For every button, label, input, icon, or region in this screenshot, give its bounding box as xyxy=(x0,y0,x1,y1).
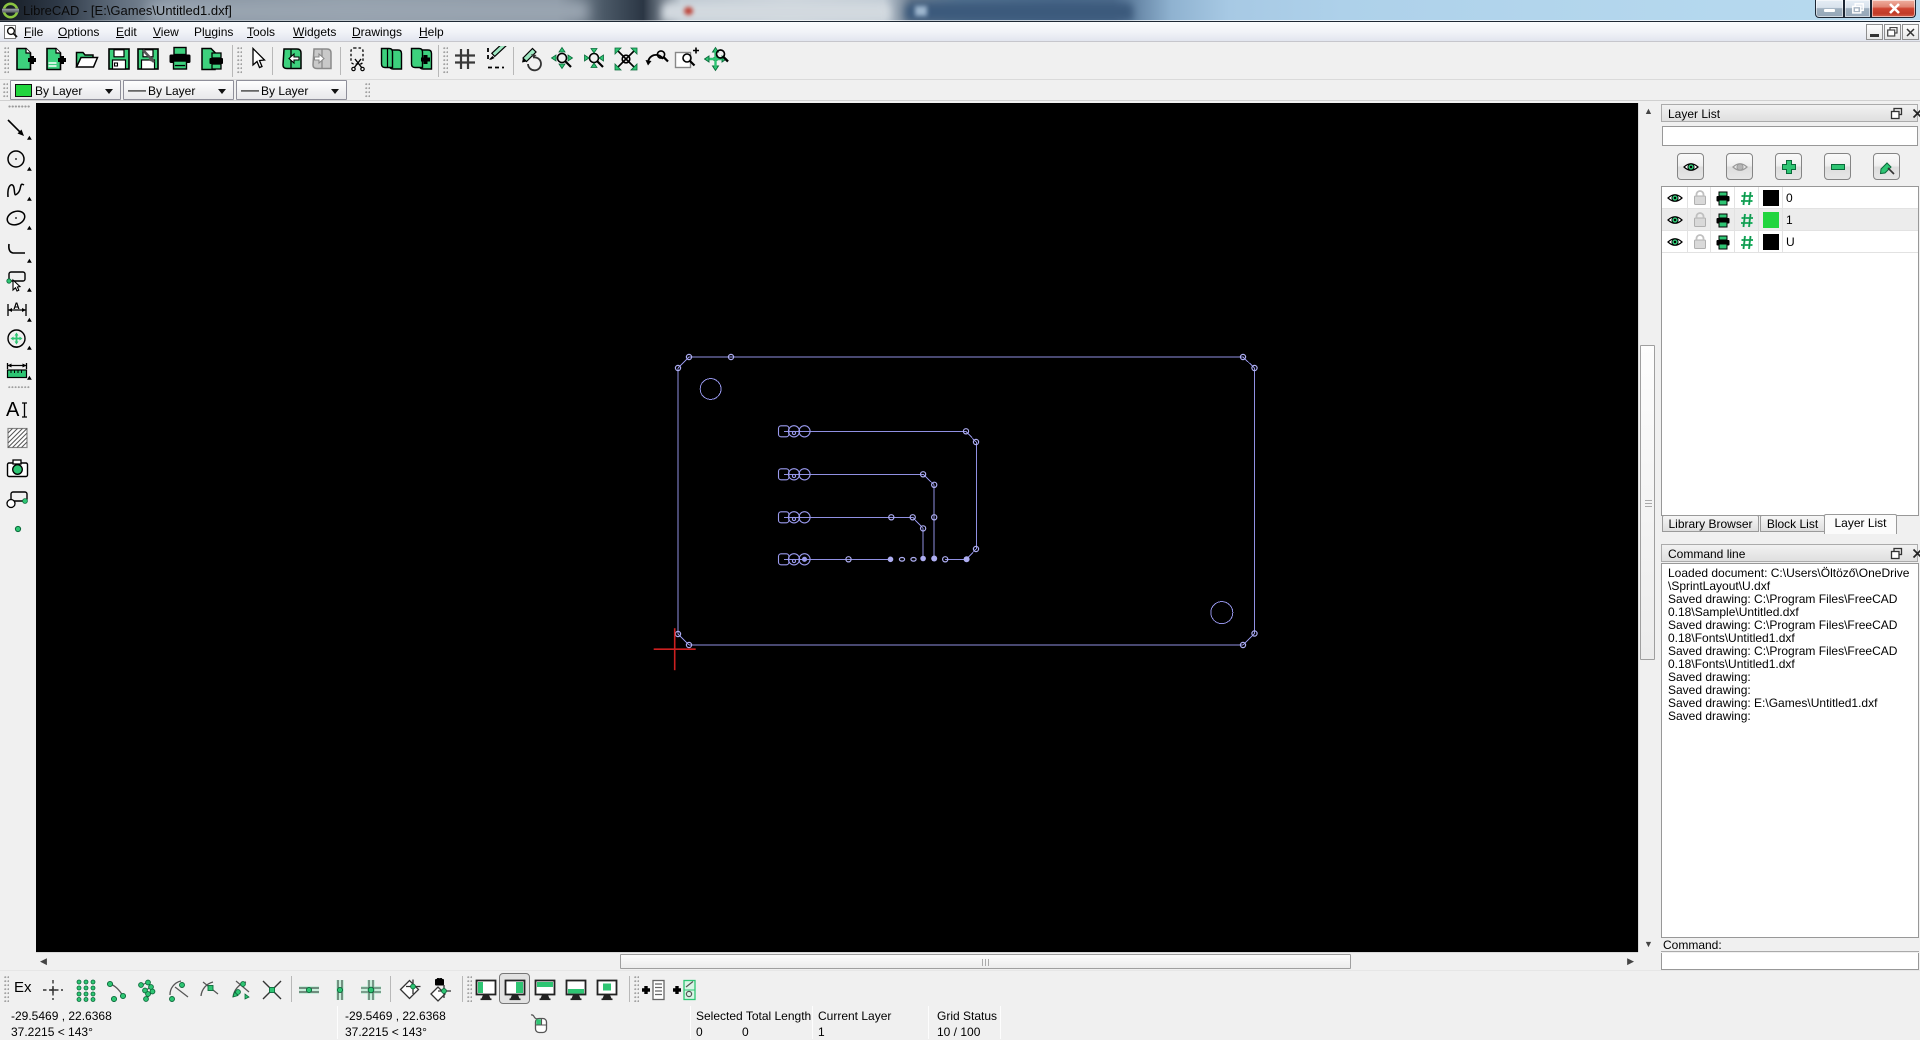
svg-text:A: A xyxy=(6,399,20,421)
svg-text:A: A xyxy=(13,301,20,311)
